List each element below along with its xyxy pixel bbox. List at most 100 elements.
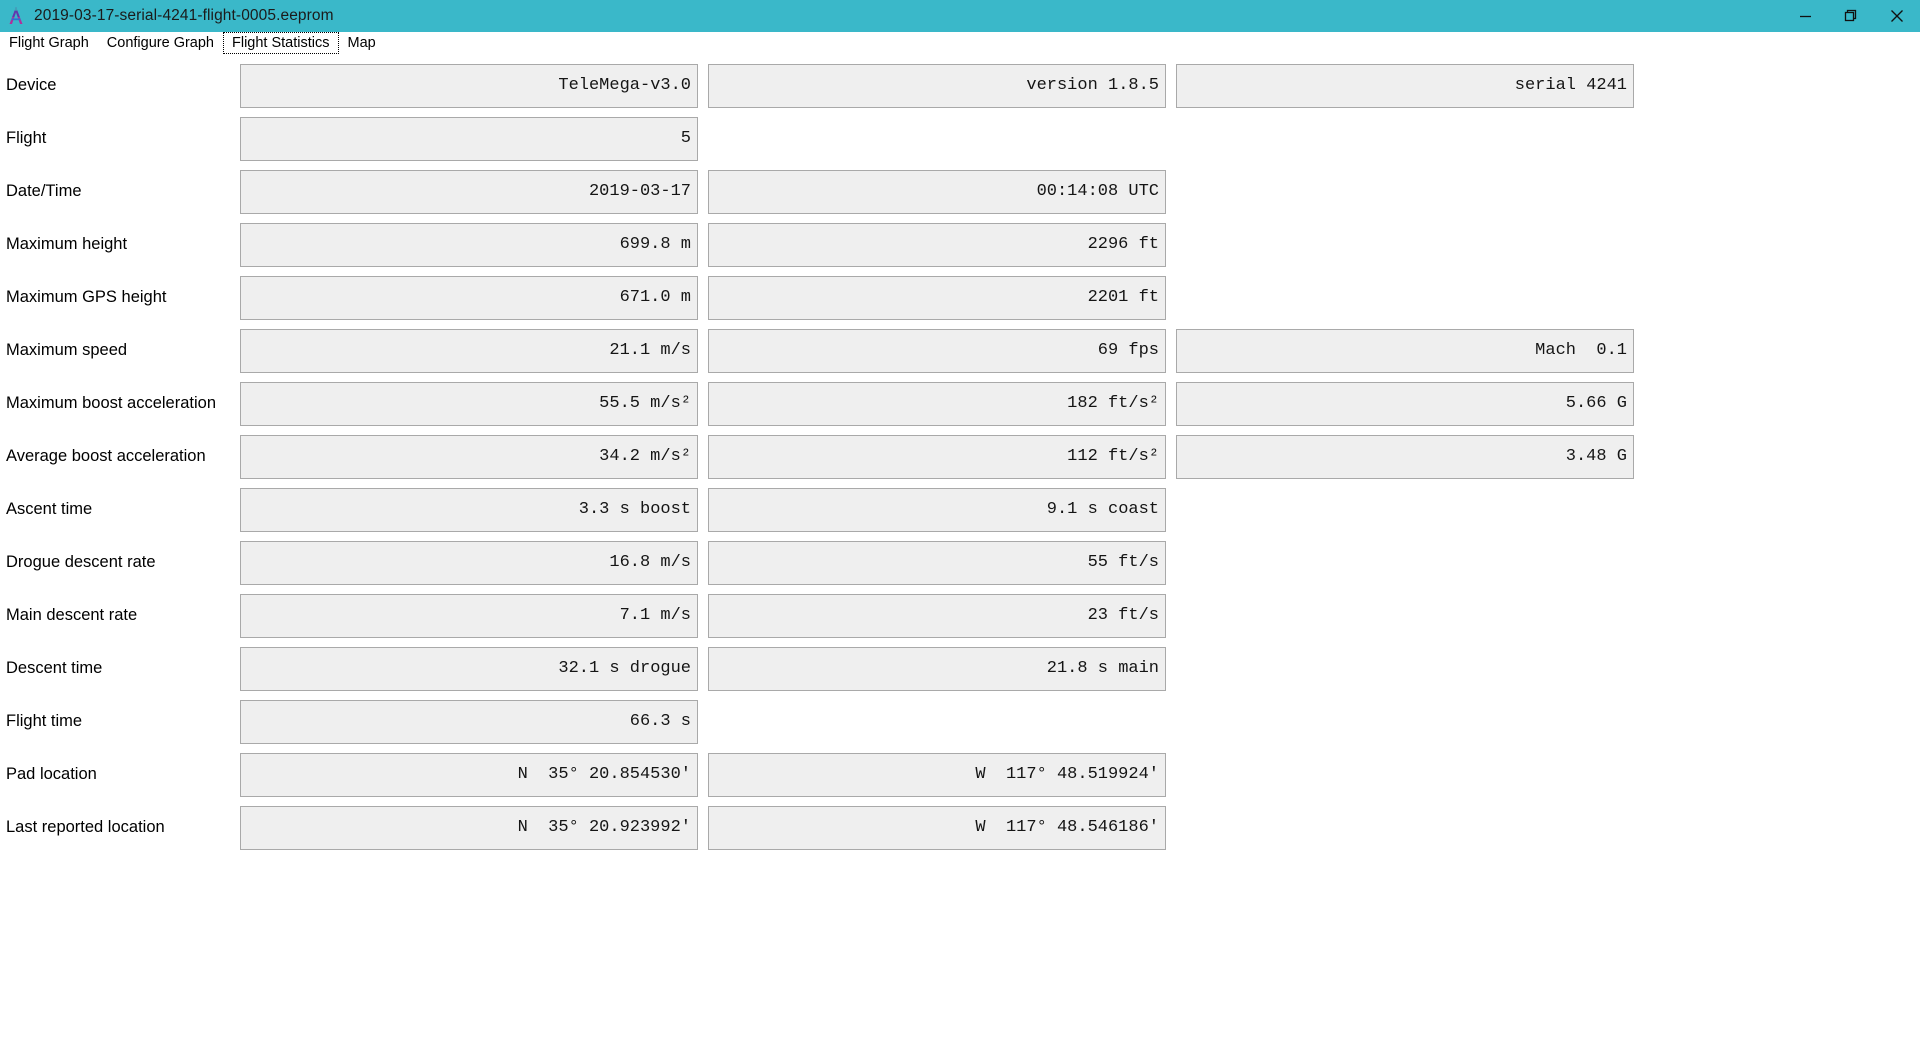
value-field[interactable]: N 35° 20.854530' xyxy=(240,752,698,797)
value-field-empty xyxy=(1176,753,1634,797)
restore-icon xyxy=(1844,9,1857,22)
value-field-empty xyxy=(1176,488,1634,532)
row-values: 671.0 m 2201 ft xyxy=(240,271,1920,324)
value-field[interactable]: 69 fps xyxy=(708,328,1166,373)
value-field-empty xyxy=(1176,700,1634,744)
tab-configure-graph[interactable]: Configure Graph xyxy=(97,32,223,54)
table-row: Main descent rate 7.1 m/s 23 ft/s xyxy=(0,589,1920,642)
value-field-empty xyxy=(708,117,1166,161)
value-field[interactable]: W 117° 48.546186' xyxy=(708,805,1166,850)
row-label: Drogue descent rate xyxy=(6,553,156,571)
value-field[interactable]: 3.48 G xyxy=(1176,434,1634,479)
table-row: Maximum speed 21.1 m/s 69 fps Mach 0.1 xyxy=(0,324,1920,377)
value-field[interactable]: 55 ft/s xyxy=(708,540,1166,585)
table-row: Pad location N 35° 20.854530' W 117° 48.… xyxy=(0,748,1920,801)
value-field[interactable]: 671.0 m xyxy=(240,275,698,320)
value-field[interactable]: 9.1 s coast xyxy=(708,487,1166,532)
row-label: Descent time xyxy=(6,659,103,677)
value-field[interactable]: 21.8 s main xyxy=(708,646,1166,691)
row-label: Maximum speed xyxy=(6,341,128,359)
value-field[interactable]: 5.66 G xyxy=(1176,381,1634,426)
value-field-empty xyxy=(1176,223,1634,267)
row-values: 32.1 s drogue 21.8 s main xyxy=(240,642,1920,695)
row-values: 55.5 m/s² 182 ft/s² 5.66 G xyxy=(240,377,1920,430)
tab-label: Map xyxy=(347,34,376,51)
value-field[interactable]: 5 xyxy=(240,116,698,161)
row-values: TeleMega-v3.0 version 1.8.5 serial 4241 xyxy=(240,59,1920,112)
value-field[interactable]: N 35° 20.923992' xyxy=(240,805,698,850)
row-label: Last reported location xyxy=(6,818,165,836)
table-row: Maximum height 699.8 m 2296 ft xyxy=(0,218,1920,271)
tab-map[interactable]: Map xyxy=(338,32,385,54)
value-field[interactable]: 16.8 m/s xyxy=(240,540,698,585)
value-field[interactable]: Mach 0.1 xyxy=(1176,328,1634,373)
value-field-empty xyxy=(1176,647,1634,691)
table-row: Last reported location N 35° 20.923992' … xyxy=(0,801,1920,854)
value-field[interactable]: 699.8 m xyxy=(240,222,698,267)
row-values: 66.3 s xyxy=(240,695,1920,748)
row-label: Main descent rate xyxy=(6,606,138,624)
value-field[interactable]: 55.5 m/s² xyxy=(240,381,698,426)
value-field[interactable]: 00:14:08 UTC xyxy=(708,169,1166,214)
minimize-icon xyxy=(1799,15,1811,17)
row-label: Date/Time xyxy=(6,182,82,200)
row-values: 7.1 m/s 23 ft/s xyxy=(240,589,1920,642)
value-field[interactable]: W 117° 48.519924' xyxy=(708,752,1166,797)
flight-statistics-panel: Device TeleMega-v3.0 version 1.8.5 seria… xyxy=(0,55,1920,854)
tab-flight-statistics[interactable]: Flight Statistics xyxy=(223,32,339,54)
row-label: Ascent time xyxy=(6,500,93,518)
row-label: Maximum GPS height xyxy=(6,288,167,306)
value-field-empty xyxy=(1176,117,1634,161)
tab-label: Flight Statistics xyxy=(232,34,330,51)
row-label: Maximum boost acceleration xyxy=(6,394,217,412)
table-row: Drogue descent rate 16.8 m/s 55 ft/s xyxy=(0,536,1920,589)
table-row: Average boost acceleration 34.2 m/s² 112… xyxy=(0,430,1920,483)
value-field[interactable]: 182 ft/s² xyxy=(708,381,1166,426)
table-row: Flight 5 xyxy=(0,112,1920,165)
value-field-empty xyxy=(1176,594,1634,638)
table-row: Maximum GPS height 671.0 m 2201 ft xyxy=(0,271,1920,324)
value-field-empty xyxy=(1176,541,1634,585)
row-label: Flight time xyxy=(6,712,83,730)
restore-button[interactable] xyxy=(1828,0,1874,32)
value-field[interactable]: serial 4241 xyxy=(1176,63,1634,108)
table-row: Descent time 32.1 s drogue 21.8 s main xyxy=(0,642,1920,695)
row-label: Flight xyxy=(6,129,47,147)
window-controls xyxy=(1782,0,1920,32)
row-values: N 35° 20.854530' W 117° 48.519924' xyxy=(240,748,1920,801)
value-field[interactable]: 7.1 m/s xyxy=(240,593,698,638)
row-label: Device xyxy=(6,76,57,94)
tab-label: Configure Graph xyxy=(106,34,214,51)
minimize-button[interactable] xyxy=(1782,0,1828,32)
value-field[interactable]: 2019-03-17 xyxy=(240,169,698,214)
value-field[interactable]: 66.3 s xyxy=(240,699,698,744)
tab-label: Flight Graph xyxy=(9,34,89,51)
value-field-empty xyxy=(708,700,1166,744)
value-field[interactable]: 34.2 m/s² xyxy=(240,434,698,479)
row-values: 699.8 m 2296 ft xyxy=(240,218,1920,271)
value-field[interactable]: 112 ft/s² xyxy=(708,434,1166,479)
tab-flight-graph[interactable]: Flight Graph xyxy=(0,32,98,54)
row-values: 3.3 s boost 9.1 s coast xyxy=(240,483,1920,536)
value-field[interactable]: 23 ft/s xyxy=(708,593,1166,638)
row-values: 34.2 m/s² 112 ft/s² 3.48 G xyxy=(240,430,1920,483)
value-field[interactable]: 21.1 m/s xyxy=(240,328,698,373)
row-values: N 35° 20.923992' W 117° 48.546186' xyxy=(240,801,1920,854)
row-label: Pad location xyxy=(6,765,97,783)
altos-logo-icon xyxy=(9,7,23,24)
value-field-empty xyxy=(1176,276,1634,320)
value-field[interactable]: TeleMega-v3.0 xyxy=(240,63,698,108)
row-label: Maximum height xyxy=(6,235,128,253)
close-button[interactable] xyxy=(1874,0,1920,32)
row-values: 21.1 m/s 69 fps Mach 0.1 xyxy=(240,324,1920,377)
value-field[interactable]: 32.1 s drogue xyxy=(240,646,698,691)
table-row: Flight time 66.3 s xyxy=(0,695,1920,748)
value-field[interactable]: 2201 ft xyxy=(708,275,1166,320)
row-values: 2019-03-17 00:14:08 UTC xyxy=(240,165,1920,218)
value-field[interactable]: 2296 ft xyxy=(708,222,1166,267)
value-field[interactable]: 3.3 s boost xyxy=(240,487,698,532)
table-row: Date/Time 2019-03-17 00:14:08 UTC xyxy=(0,165,1920,218)
window-title: 2019-03-17-serial-4241-flight-0005.eepro… xyxy=(34,7,334,24)
value-field[interactable]: version 1.8.5 xyxy=(708,63,1166,108)
row-values: 5 xyxy=(240,112,1920,165)
